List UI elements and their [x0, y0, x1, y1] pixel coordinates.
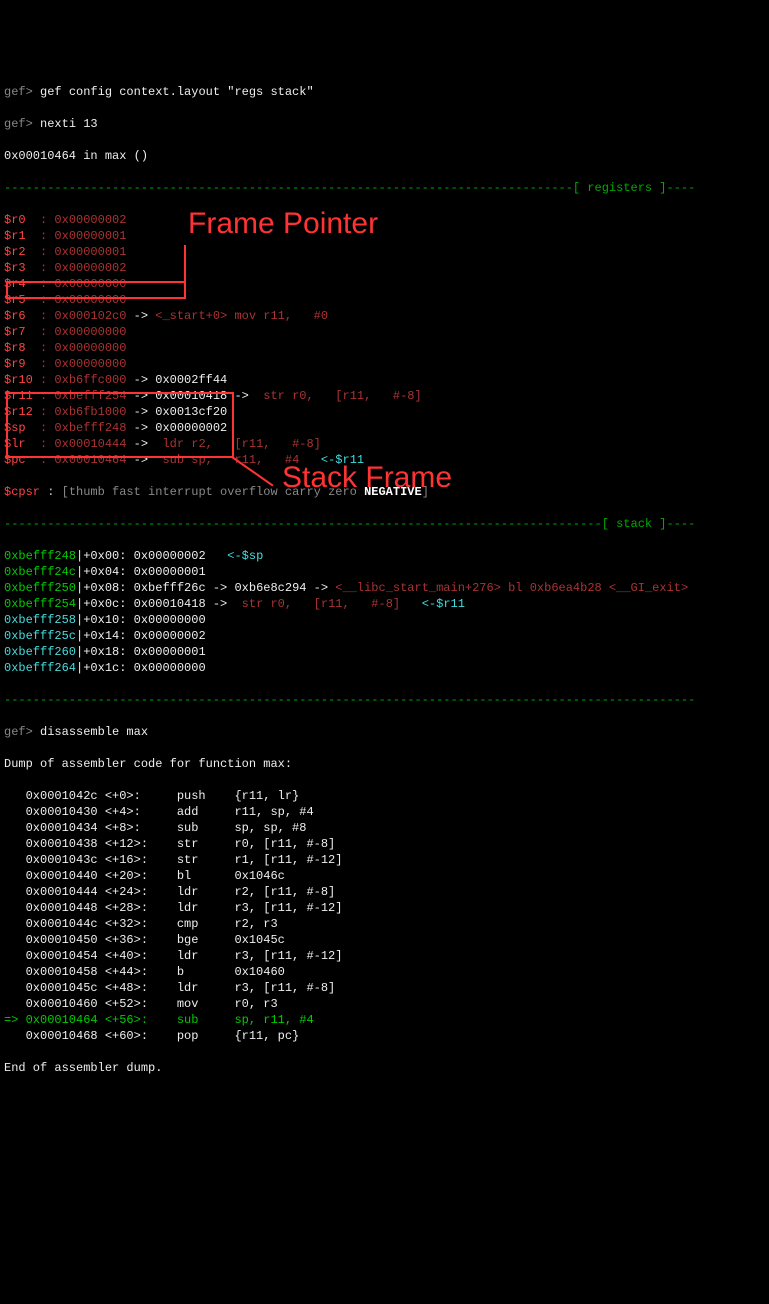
register-line: $r6 : 0x000102c0 -> <_start+0> mov r11, …	[4, 308, 765, 324]
disasm-line: 0x0001043c <+16>: str r1, [r11, #-12]	[4, 852, 765, 868]
end-dash: ----------------------------------------…	[4, 692, 765, 708]
registers-header: ----------------------------------------…	[4, 180, 765, 196]
stack-frame-box	[6, 392, 234, 458]
disasm-line: 0x0001042c <+0>: push {r11, lr}	[4, 788, 765, 804]
register-line: $r8 : 0x00000000	[4, 340, 765, 356]
cmd-line-1: gef> gef config context.layout "regs sta…	[4, 84, 765, 100]
stack-line: 0xbefff258|+0x10: 0x00000000	[4, 612, 765, 628]
disasm-line: 0x00010440 <+20>: bl 0x1046c	[4, 868, 765, 884]
disasm-line: 0x00010438 <+12>: str r0, [r11, #-8]	[4, 836, 765, 852]
stack-line: 0xbefff248|+0x00: 0x00000002 <-$sp	[4, 548, 765, 564]
disasm-header: Dump of assembler code for function max:	[4, 756, 765, 772]
register-line: $r3 : 0x00000002	[4, 260, 765, 276]
stack-line: 0xbefff254|+0x0c: 0x00010418 -> str r0, …	[4, 596, 765, 612]
stack-frame-annotation: Stack Frame	[282, 470, 452, 486]
disasm-line: 0x00010444 <+24>: ldr r2, [r11, #-8]	[4, 884, 765, 900]
frame-pointer-annotation: Frame Pointer	[188, 216, 378, 232]
register-line: $r7 : 0x00000000	[4, 324, 765, 340]
disasm-line: 0x0001045c <+48>: ldr r3, [r11, #-8]	[4, 980, 765, 996]
disasm-line: 0x00010448 <+28>: ldr r3, [r11, #-12]	[4, 900, 765, 916]
disasm-line: 0x00010434 <+8>: sub sp, sp, #8	[4, 820, 765, 836]
register-line: $r10 : 0xb6ffc000 -> 0x0002ff44	[4, 372, 765, 388]
disasm-line: 0x00010468 <+60>: pop {r11, pc}	[4, 1028, 765, 1044]
stack-line: 0xbefff25c|+0x14: 0x00000002	[4, 628, 765, 644]
disasm-line: 0x0001044c <+32>: cmp r2, r3	[4, 916, 765, 932]
disasm-line: => 0x00010464 <+56>: sub sp, r11, #4	[4, 1012, 765, 1028]
frame-pointer-box	[6, 281, 186, 299]
disasm-line: 0x00010450 <+36>: bge 0x1045c	[4, 932, 765, 948]
terminal-output: { "commands": { "prompt": "gef>", "cmd1"…	[4, 20, 765, 1236]
location-line: 0x00010464 in max ()	[4, 148, 765, 164]
disasm-line: 0x00010430 <+4>: add r11, sp, #4	[4, 804, 765, 820]
register-line: $r9 : 0x00000000	[4, 356, 765, 372]
disasm-line: 0x00010460 <+52>: mov r0, r3	[4, 996, 765, 1012]
register-line: $r2 : 0x00000001	[4, 244, 765, 260]
stack-line: 0xbefff264|+0x1c: 0x00000000	[4, 660, 765, 676]
register-line: $r1 : 0x00000001	[4, 228, 765, 244]
disasm-line: 0x00010458 <+44>: b 0x10460	[4, 964, 765, 980]
stack-line: 0xbefff260|+0x18: 0x00000001	[4, 644, 765, 660]
cmd-line-2: gef> nexti 13	[4, 116, 765, 132]
disasm-line: 0x00010454 <+40>: ldr r3, [r11, #-12]	[4, 948, 765, 964]
stack-line: 0xbefff250|+0x08: 0xbefff26c -> 0xb6e8c2…	[4, 580, 765, 596]
stack-header: ----------------------------------------…	[4, 516, 765, 532]
frame-pointer-line	[184, 245, 186, 285]
stack-line: 0xbefff24c|+0x04: 0x00000001	[4, 564, 765, 580]
register-line: $r0 : 0x00000002	[4, 212, 765, 228]
disasm-cmd: gef> disassemble max	[4, 724, 765, 740]
disasm-footer: End of assembler dump.	[4, 1060, 765, 1076]
